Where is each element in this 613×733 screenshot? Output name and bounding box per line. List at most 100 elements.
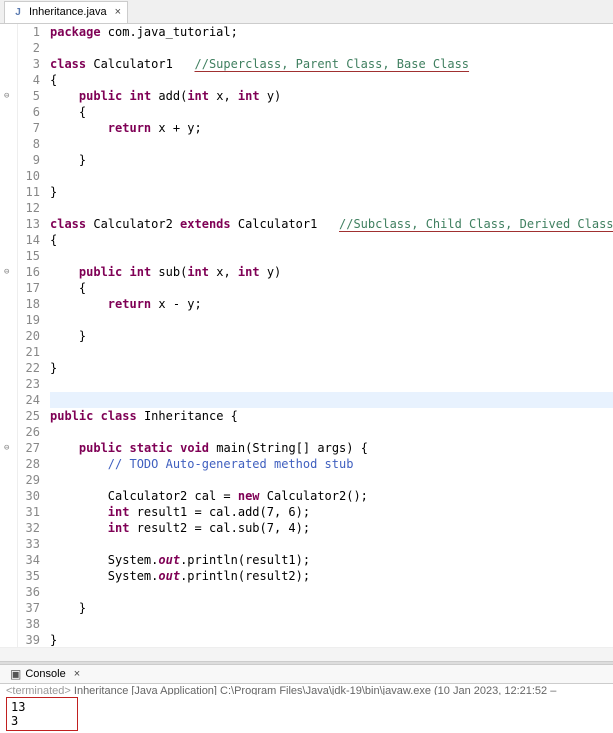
line-number: 33 xyxy=(18,536,40,552)
line-number: 23 xyxy=(18,376,40,392)
code-token xyxy=(50,440,79,456)
console-tab[interactable]: ▣ Console × xyxy=(6,665,84,683)
code-line[interactable] xyxy=(50,40,613,56)
code-token: new xyxy=(238,488,260,504)
code-token: } xyxy=(50,328,86,344)
code-token: } xyxy=(50,184,57,200)
code-token xyxy=(50,88,79,104)
code-token: int xyxy=(108,520,130,536)
code-line[interactable]: } xyxy=(50,632,613,647)
code-token: } xyxy=(50,152,86,168)
code-token: x, xyxy=(209,264,238,280)
code-line[interactable]: // TODO Auto-generated method stub xyxy=(50,456,613,472)
code-token: Calculator2(); xyxy=(260,488,368,504)
code-line[interactable]: } xyxy=(50,600,613,616)
code-line[interactable]: { xyxy=(50,280,613,296)
code-line[interactable]: class Calculator1 //Superclass, Parent C… xyxy=(50,56,613,72)
code-line[interactable]: { xyxy=(50,232,613,248)
code-token: int xyxy=(130,264,152,280)
line-number-gutter: 12345⊖678910111213141516⊖171819202122232… xyxy=(18,24,46,647)
code-line[interactable] xyxy=(50,168,613,184)
code-line[interactable]: } xyxy=(50,328,613,344)
code-token xyxy=(50,456,108,472)
code-token: com.java_tutorial; xyxy=(101,24,238,40)
code-line[interactable] xyxy=(50,424,613,440)
code-token: { xyxy=(50,72,57,88)
fold-marker-icon[interactable]: ⊖ xyxy=(4,264,9,280)
line-number: 20 xyxy=(18,328,40,344)
code-line[interactable]: return x + y; xyxy=(50,120,613,136)
line-number: 29 xyxy=(18,472,40,488)
code-line[interactable] xyxy=(50,536,613,552)
code-token: class xyxy=(50,56,86,72)
code-token: y) xyxy=(260,264,282,280)
code-line[interactable]: System.out.println(result2); xyxy=(50,568,613,584)
code-token: { xyxy=(50,280,86,296)
code-line[interactable]: System.out.println(result1); xyxy=(50,552,613,568)
code-token: x, xyxy=(209,88,238,104)
code-line[interactable] xyxy=(50,200,613,216)
code-line[interactable]: { xyxy=(50,104,613,120)
fold-marker-icon[interactable]: ⊖ xyxy=(4,440,9,456)
console-title: Console xyxy=(25,668,65,680)
line-number: 21 xyxy=(18,344,40,360)
code-line[interactable] xyxy=(50,344,613,360)
code-line[interactable]: Calculator2 cal = new Calculator2(); xyxy=(50,488,613,504)
console-launch-header: <terminated> Inheritance [Java Applicati… xyxy=(0,684,613,695)
tab-filename: Inheritance.java xyxy=(29,6,107,18)
code-line[interactable] xyxy=(50,136,613,152)
code-line[interactable]: public int add(int x, int y) xyxy=(50,88,613,104)
line-number: 16⊖ xyxy=(18,264,40,280)
code-token: public xyxy=(50,408,93,424)
code-token xyxy=(173,440,180,456)
code-line[interactable]: return x - y; xyxy=(50,296,613,312)
editor-tab-inheritance[interactable]: J Inheritance.java × xyxy=(4,1,128,23)
code-token: //Superclass, Parent Class, Base Class xyxy=(195,56,470,72)
code-editor[interactable]: 12345⊖678910111213141516⊖171819202122232… xyxy=(0,24,613,647)
line-number: 13 xyxy=(18,216,40,232)
code-line[interactable] xyxy=(50,248,613,264)
code-line[interactable] xyxy=(50,376,613,392)
code-line[interactable] xyxy=(50,312,613,328)
code-line[interactable]: int result1 = cal.add(7, 6); xyxy=(50,504,613,520)
code-line[interactable] xyxy=(50,616,613,632)
code-token: } xyxy=(50,600,86,616)
code-line[interactable]: } xyxy=(50,360,613,376)
code-token xyxy=(122,88,129,104)
code-token xyxy=(50,296,108,312)
code-token: x + y; xyxy=(151,120,202,136)
line-number: 37 xyxy=(18,600,40,616)
code-line[interactable]: public static void main(String[] args) { xyxy=(50,440,613,456)
code-line[interactable]: public class Inheritance { xyxy=(50,408,613,424)
code-token: int xyxy=(238,88,260,104)
code-token: System. xyxy=(50,568,158,584)
line-number: 15 xyxy=(18,248,40,264)
code-line[interactable]: int result2 = cal.sub(7, 4); xyxy=(50,520,613,536)
line-number: 24 xyxy=(18,392,40,408)
code-line[interactable]: class Calculator2 extends Calculator1 //… xyxy=(50,216,613,232)
code-line[interactable] xyxy=(50,472,613,488)
code-token: // xyxy=(108,456,130,472)
code-line[interactable] xyxy=(50,584,613,600)
code-line[interactable]: } xyxy=(50,152,613,168)
close-icon[interactable]: × xyxy=(115,6,121,18)
code-token xyxy=(50,520,108,536)
code-token: return xyxy=(108,296,151,312)
code-token: sub( xyxy=(151,264,187,280)
console-icon: ▣ xyxy=(10,667,21,681)
code-line[interactable]: { xyxy=(50,72,613,88)
code-token xyxy=(122,264,129,280)
code-line[interactable] xyxy=(50,392,613,408)
fold-marker-icon[interactable]: ⊖ xyxy=(4,88,9,104)
code-area[interactable]: package com.java_tutorial;class Calculat… xyxy=(46,24,613,647)
code-token: Calculator1 xyxy=(231,216,339,232)
code-line[interactable]: } xyxy=(50,184,613,200)
code-line[interactable]: package com.java_tutorial; xyxy=(50,24,613,40)
console-output[interactable]: 133 xyxy=(0,695,613,733)
horizontal-scrollbar[interactable] xyxy=(0,647,613,661)
code-token: //Subclass, Child Class, Derived Class xyxy=(339,216,613,232)
line-number: 9 xyxy=(18,152,40,168)
close-icon[interactable]: × xyxy=(74,668,80,680)
code-token: main(String[] args) { xyxy=(209,440,368,456)
code-line[interactable]: public int sub(int x, int y) xyxy=(50,264,613,280)
